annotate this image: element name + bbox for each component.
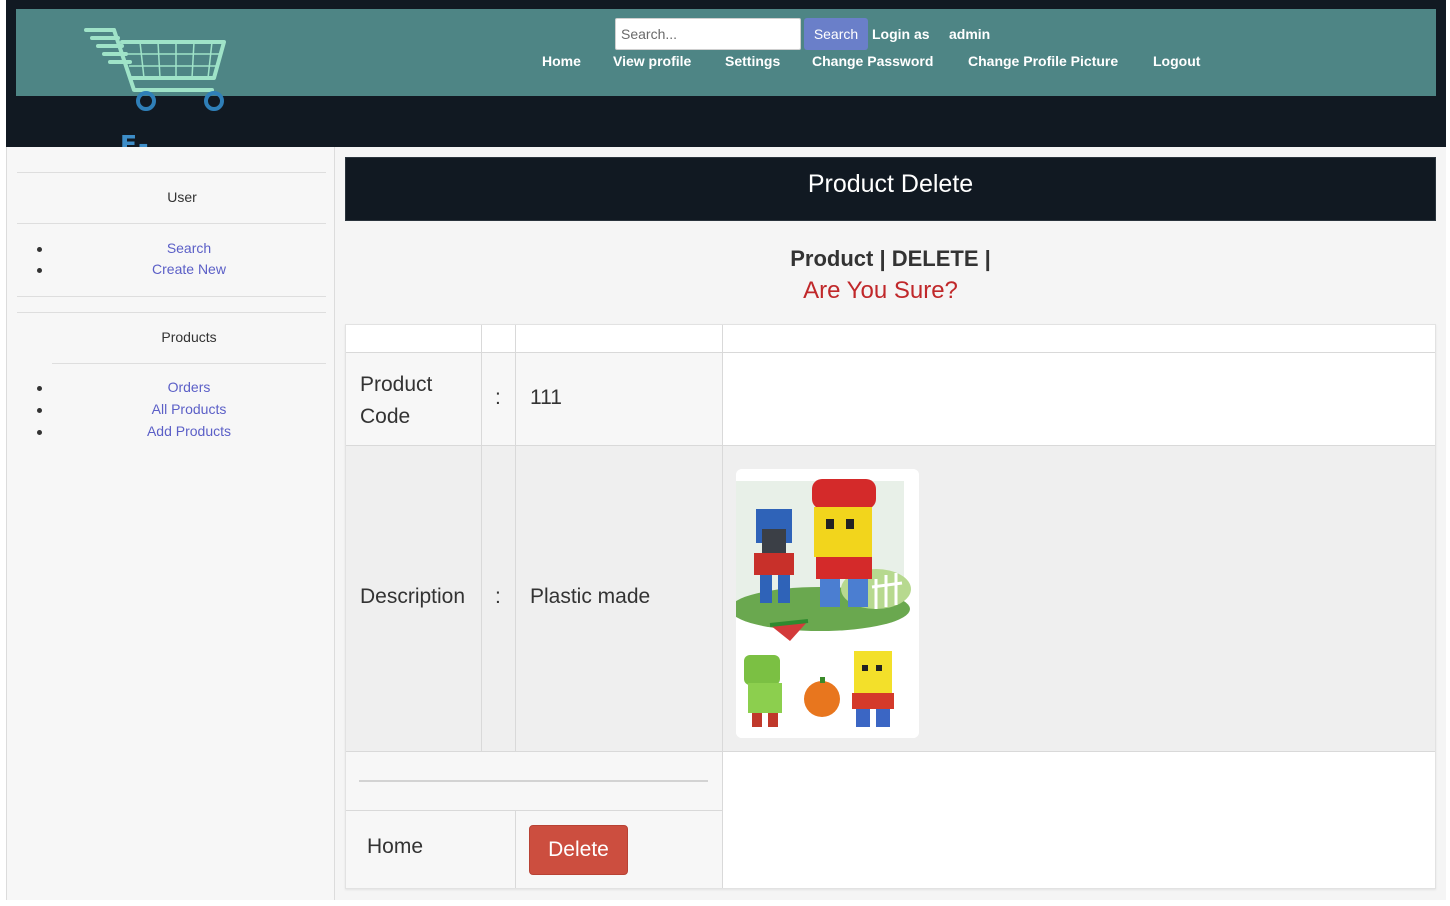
- sidebar-link-create-new[interactable]: Create New: [7, 261, 371, 277]
- grid-line: [481, 325, 482, 751]
- description-label: Description: [360, 585, 466, 608]
- confirm-heading: Product | DELETE |: [790, 246, 991, 271]
- search-button[interactable]: Search: [804, 18, 868, 50]
- product-code-separator: :: [495, 386, 501, 409]
- sidebar-item-add-products: Add Products: [7, 423, 337, 443]
- sidebar-heading-user: User: [167, 189, 197, 205]
- product-photo: [736, 469, 919, 738]
- divider: [17, 296, 326, 297]
- login-username: admin: [949, 26, 991, 42]
- confirm-question: Are You Sure?: [803, 277, 958, 304]
- site-header: E-SHOP Search Login as admin Home View p…: [6, 0, 1446, 188]
- nav-settings[interactable]: Settings: [725, 53, 780, 69]
- product-code-label: Product Code: [360, 373, 433, 428]
- divider: [17, 172, 326, 173]
- divider: [17, 223, 326, 224]
- home-link[interactable]: Home: [367, 835, 423, 859]
- divider: [17, 312, 326, 313]
- sidebar-link-add-products[interactable]: Add Products: [7, 423, 371, 439]
- grid-line: [722, 325, 723, 888]
- grid-line: [346, 352, 1435, 353]
- eshop-logo[interactable]: E-SHOP: [78, 24, 228, 188]
- sidebar-heading-products: Products: [161, 329, 217, 345]
- grid-line: [346, 445, 1435, 446]
- nav-view-profile[interactable]: View profile: [613, 53, 691, 69]
- sidebar-link-orders[interactable]: Orders: [7, 379, 371, 395]
- page-title: Product Delete: [807, 170, 974, 198]
- shopping-cart-icon: [84, 28, 226, 111]
- sidebar-link-search[interactable]: Search: [7, 240, 371, 256]
- main-content: Product Delete Product | DELETE | Are Yo…: [335, 147, 1446, 900]
- product-details-table: Product Code : 111 Description : Plastic…: [345, 324, 1436, 889]
- sidebar-item-orders: Orders: [7, 379, 337, 399]
- product-image: [736, 469, 919, 738]
- login-as-label: Login as: [872, 26, 930, 42]
- nav-home[interactable]: Home: [542, 53, 581, 69]
- sidebar: User Search Create New Products Orders A…: [6, 147, 335, 900]
- grid-line: [515, 325, 516, 751]
- nav-logout[interactable]: Logout: [1153, 53, 1200, 69]
- product-code-value: 111: [530, 386, 562, 409]
- nav-change-password[interactable]: Change Password: [812, 53, 933, 69]
- sidebar-item-search: Search: [7, 240, 337, 260]
- grid-line: [515, 810, 516, 888]
- separator-rule: [359, 780, 708, 782]
- page-title-bar: Product Delete: [345, 157, 1436, 221]
- nav-change-profile-picture[interactable]: Change Profile Picture: [968, 53, 1118, 69]
- description-separator: :: [495, 585, 501, 608]
- grid-line: [346, 810, 722, 811]
- sidebar-item-create-new: Create New: [7, 261, 337, 281]
- divider: [52, 363, 326, 364]
- description-value: Plastic made: [530, 585, 651, 608]
- sidebar-item-all-products: All Products: [7, 401, 337, 421]
- grid-line: [346, 751, 1435, 752]
- sidebar-link-all-products[interactable]: All Products: [7, 401, 371, 417]
- search-input[interactable]: [615, 18, 801, 50]
- delete-button[interactable]: Delete: [529, 825, 628, 875]
